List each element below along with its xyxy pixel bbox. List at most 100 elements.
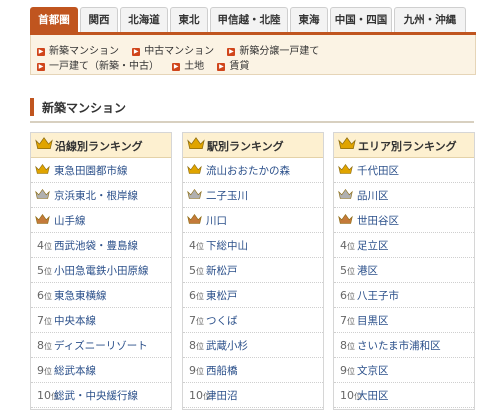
ranking-item-link[interactable]: 小田急電鉄小田原線 xyxy=(54,263,149,278)
ranking-item[interactable]: 東急田園都市線 xyxy=(31,158,171,183)
rank-number: 6位 xyxy=(37,289,52,302)
tab-chugoku-shikoku[interactable]: 中国・四国 xyxy=(330,7,392,32)
link-new-detached[interactable]: ▶ 新築分譲一戸建て xyxy=(227,42,319,57)
ranking-header: 駅別ランキング xyxy=(183,133,323,158)
ranking-item[interactable]: 7位 目黒区 xyxy=(334,308,474,333)
rank-number: 7位 xyxy=(37,314,52,327)
ranking-item[interactable]: 9位 西船橋 xyxy=(183,358,323,383)
ranking-item[interactable]: 5位 小田急電鉄小田原線 xyxy=(31,258,171,283)
ranking-item-link[interactable]: 武蔵小杉 xyxy=(206,338,248,353)
ranking-item-link[interactable]: さいたま市浦和区 xyxy=(357,338,441,353)
ranking-header: エリア別ランキング xyxy=(334,133,474,158)
link-used-mansion[interactable]: ▶ 中古マンション xyxy=(132,42,214,57)
ranking-item-link[interactable]: 東急東横線 xyxy=(54,288,107,303)
ranking-item[interactable]: 4位 下総中山 xyxy=(183,233,323,258)
ranking-item-link[interactable]: 品川区 xyxy=(357,188,389,203)
ranking-item-link[interactable]: 新松戸 xyxy=(206,263,238,278)
ranking-item[interactable]: 川口 xyxy=(183,208,323,233)
rank-number: 8位 xyxy=(340,339,355,352)
tab-hokkaido[interactable]: 北海道 xyxy=(120,7,168,32)
ranking-item-link[interactable]: 京浜東北・根岸線 xyxy=(54,188,138,203)
ranking-item[interactable]: 京浜東北・根岸線 xyxy=(31,183,171,208)
ranking-item-link[interactable]: 足立区 xyxy=(357,238,389,253)
ranking-item[interactable]: 6位 東松戸 xyxy=(183,283,323,308)
crown-icon xyxy=(35,163,50,175)
ranking-item-link[interactable]: 文京区 xyxy=(357,363,389,378)
tab-kyushu-okinawa[interactable]: 九州・沖縄 xyxy=(394,7,466,32)
ranking-item-link[interactable]: 流山おおたかの森 xyxy=(206,163,290,178)
ranking-item[interactable]: 6位 東急東横線 xyxy=(31,283,171,308)
ranking-item-link[interactable]: 山手線 xyxy=(54,213,86,228)
ranking-item-link[interactable]: 総武本線 xyxy=(54,363,96,378)
ranking-item-link[interactable]: 大田区 xyxy=(357,388,389,403)
ranking-item[interactable]: 千代田区 xyxy=(334,158,474,183)
link-new-mansion[interactable]: ▶ 新築マンション xyxy=(37,42,119,57)
link-land[interactable]: ▶ 土地 xyxy=(172,57,204,72)
ranking-item-link[interactable]: 港区 xyxy=(357,263,378,278)
ranking-item-link[interactable]: 東急田園都市線 xyxy=(54,163,128,178)
crown-icon xyxy=(187,136,205,150)
ranking-item[interactable]: 5位 新松戸 xyxy=(183,258,323,283)
ranking-item-link[interactable]: 川口 xyxy=(206,213,227,228)
ranking-item[interactable]: 7位 つくば xyxy=(183,308,323,333)
ranking-item-link[interactable]: ディズニーリゾート xyxy=(54,338,148,353)
ranking-item[interactable]: 流山おおたかの森 xyxy=(183,158,323,183)
link-rental[interactable]: ▶ 賃貸 xyxy=(217,57,249,72)
ranking-item[interactable]: 9位 総武本線 xyxy=(31,358,171,383)
ranking-item-link[interactable]: つくば xyxy=(206,313,238,328)
ranking-item-link[interactable]: 千代田区 xyxy=(357,163,399,178)
rank-number: 4位 xyxy=(340,239,355,252)
crown-icon xyxy=(187,213,202,225)
ranking-item-link[interactable]: 世田谷区 xyxy=(357,213,399,228)
tab-koshinetsu-hokuriku[interactable]: 甲信越・北陸 xyxy=(210,7,288,32)
ranking-item-link[interactable]: 八王子市 xyxy=(357,288,399,303)
rank-number: 5位 xyxy=(37,264,52,277)
ranking-item[interactable]: 10位 総武・中央緩行線 xyxy=(31,383,171,408)
ranking-item-link[interactable]: 目黒区 xyxy=(357,313,389,328)
tab-tokai[interactable]: 東海 xyxy=(290,7,328,32)
rank-number: 9位 xyxy=(189,364,204,377)
arrow-right-icon: ▶ xyxy=(172,63,181,71)
crown-icon xyxy=(338,188,353,200)
ranking-item[interactable]: 8位 武蔵小杉 xyxy=(183,333,323,358)
ranking-item[interactable]: 6位 八王子市 xyxy=(334,283,474,308)
ranking-title: 沿線別ランキング xyxy=(55,140,143,153)
ranking-item[interactable]: 8位 さいたま市浦和区 xyxy=(334,333,474,358)
ranking-item[interactable]: 8位 ディズニーリゾート xyxy=(31,333,171,358)
tab-tohoku[interactable]: 東北 xyxy=(170,7,208,32)
tab-kansai[interactable]: 関西 xyxy=(80,7,118,32)
ranking-item-link[interactable]: 津田沼 xyxy=(206,388,238,403)
section-title: 新築マンション xyxy=(42,101,127,115)
ranking-item[interactable]: 10位 大田区 xyxy=(334,383,474,408)
ranking-item[interactable]: 5位 港区 xyxy=(334,258,474,283)
ranking-item-link[interactable]: 西船橋 xyxy=(206,363,238,378)
ranking-item-link[interactable]: 中央本線 xyxy=(54,313,96,328)
ranking-item[interactable]: 二子玉川 xyxy=(183,183,323,208)
crown-icon xyxy=(35,188,50,200)
rank-number: 7位 xyxy=(189,314,204,327)
ranking-item[interactable]: 品川区 xyxy=(334,183,474,208)
arrow-right-icon: ▶ xyxy=(227,48,236,56)
ranking-item[interactable]: 4位 西武池袋・豊島線 xyxy=(31,233,171,258)
crown-icon xyxy=(187,163,202,175)
ranking-item[interactable]: 4位 足立区 xyxy=(334,233,474,258)
ranking-item[interactable]: 10位 津田沼 xyxy=(183,383,323,408)
ranking-item[interactable]: 7位 中央本線 xyxy=(31,308,171,333)
ranking-item-link[interactable]: 総武・中央緩行線 xyxy=(54,388,138,403)
tab-shutoken[interactable]: 首都圏 xyxy=(30,7,78,32)
ranking-header: 沿線別ランキング xyxy=(31,133,171,158)
ranking-item[interactable]: 9位 文京区 xyxy=(334,358,474,383)
link-detached-house[interactable]: ▶ 一戸建て（新築・中古） xyxy=(37,57,159,72)
ranking-item-link[interactable]: 下総中山 xyxy=(206,238,248,253)
ranking-item[interactable]: 世田谷区 xyxy=(334,208,474,233)
ranking-item-link[interactable]: 東松戸 xyxy=(206,288,238,303)
ranking-item-link[interactable]: 二子玉川 xyxy=(206,188,248,203)
crown-icon xyxy=(35,213,50,225)
region-tabs: 首都圏 関西 北海道 東北 甲信越・北陸 東海 中国・四国 九州・沖縄 xyxy=(30,7,476,33)
rank-number: 9位 xyxy=(37,364,52,377)
ranking-item-link[interactable]: 西武池袋・豊島線 xyxy=(54,238,138,253)
ranking-box-area: エリア別ランキング 千代田区 品川区 世田谷区 4位 足立区 5位 港区 6位 八王子市 7位 目黒区… xyxy=(333,132,475,410)
rank-number: 5位 xyxy=(189,264,204,277)
crown-icon xyxy=(338,163,353,175)
ranking-item[interactable]: 山手線 xyxy=(31,208,171,233)
